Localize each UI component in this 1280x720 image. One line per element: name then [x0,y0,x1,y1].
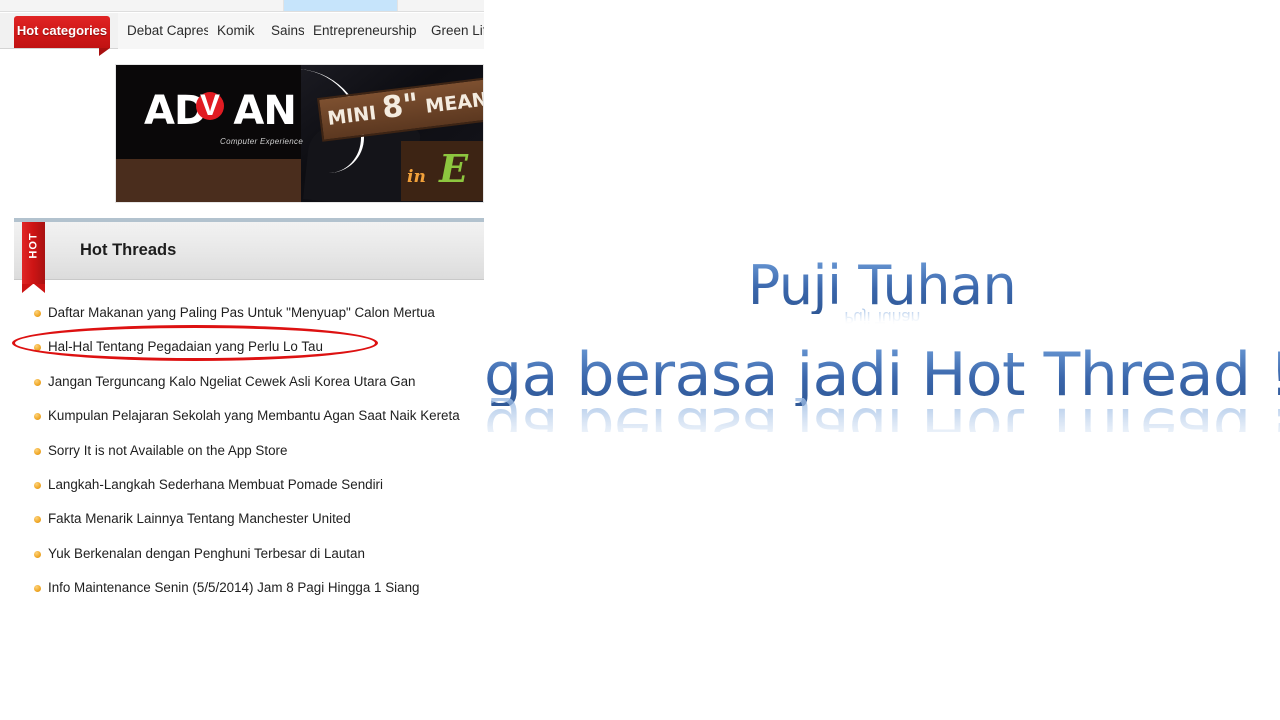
wordart-line-2: ga berasa jadi Hot Thread ! [484,344,1280,406]
list-item[interactable]: Jangan Terguncang Kalo Ngeliat Cewek Asl… [14,365,484,399]
banner-product-photo: MINI 8" MEANS in E [301,65,484,202]
banner-headline-post: MEANS [424,86,484,118]
thread-title: Info Maintenance Senin (5/5/2014) Jam 8 … [48,580,420,596]
list-item[interactable]: Sorry It is not Available on the App Sto… [14,434,484,468]
bullet-icon [34,516,41,524]
thread-title: Sorry It is not Available on the App Sto… [48,442,288,458]
thread-title: Yuk Berkenalan dengan Penghuni Terbesar … [48,545,365,561]
wordart-line-1-reflection-text: Puji Tuhan [843,308,921,327]
thread-title: Hal-Hal Tentang Pegadaian yang Perlu Lo … [48,339,323,355]
selected-browser-tab-highlight[interactable] [283,0,398,11]
thread-title: Daftar Makanan yang Paling Pas Untuk "Me… [48,305,435,320]
embedded-screenshot: Hot categories Debat Capres Komik Sains … [0,0,484,610]
banner-headline-pre: MINI [326,101,385,130]
thread-title: Kumpulan Pelajaran Sekolah yang Membantu… [48,408,460,424]
wordart-line-2-text: ga berasa jadi Hot Thread ! [484,344,1280,406]
hot-ribbon-label: HOT [27,232,40,259]
tab-debat-capres[interactable]: Debat Capres [118,13,221,49]
tab-green-life[interactable]: Green Life [422,13,484,49]
hot-threads-list: Daftar Makanan yang Paling Pas Untuk "Me… [14,296,484,606]
wordart-caption: Puji Tuhan Puji Tuhan ga berasa jadi Hot… [484,258,1280,458]
advan-tagline: Computer Experience [220,137,304,146]
bullet-icon [34,378,41,386]
bullet-icon [34,585,41,593]
browser-top-strip [0,0,484,12]
list-item[interactable]: Fakta Menarik Lainnya Tentang Manchester… [14,502,484,536]
list-item[interactable]: Langkah-Langkah Sederhana Membuat Pomade… [14,468,484,502]
thread-title: Langkah-Langkah Sederhana Membuat Pomade… [48,476,383,492]
category-tab-bar: Hot categories Debat Capres Komik Sains … [0,13,484,56]
wordart-line-1-text: Puji Tuhan [747,254,1017,317]
hot-ribbon: HOT [22,222,45,284]
bullet-icon [34,447,41,455]
bullet-icon [34,550,41,558]
hot-threads-header-panel: Hot Threads [14,218,484,280]
tab-entrepreneurship[interactable]: Entrepreneurship [304,13,427,49]
list-item[interactable]: Daftar Makanan yang Paling Pas Untuk "Me… [14,296,484,330]
list-item[interactable]: Info Maintenance Senin (5/5/2014) Jam 8 … [14,571,484,605]
hot-threads-title: Hot Threads [80,241,177,259]
banner-headline: MINI 8" MEANS [316,76,484,142]
list-item[interactable]: Hal-Hal Tentang Pegadaian yang Perlu Lo … [14,330,484,364]
banner-subheadline-big: E [439,146,469,191]
banner-subheadline-small: in [407,167,426,187]
hot-ribbon-tail [22,284,45,293]
advan-logo-v-letter: V [199,89,220,122]
banner-headline-number: 8" [380,86,421,127]
advan-logo-part2: AN [233,88,296,134]
list-item[interactable]: Kumpulan Pelajaran Sekolah yang Membantu… [14,399,484,433]
banner-subheadline: in E [401,141,483,201]
wordart-line-1: Puji Tuhan [484,258,1280,314]
bullet-icon [34,413,41,421]
tab-hot-categories[interactable]: Hot categories [14,16,110,56]
bullet-icon [34,344,41,352]
thread-title: Jangan Terguncang Kalo Ngeliat Cewek Asl… [48,373,416,389]
tab-komik[interactable]: Komik [208,13,265,49]
thread-title: Fakta Menarik Lainnya Tentang Manchester… [48,511,351,527]
bullet-icon [34,481,41,489]
advan-banner-ad[interactable]: MINI 8" MEANS in E ADVAN V Computer Expe… [115,64,484,203]
bullet-icon [34,310,41,317]
wordart-line-2-reflection-text: ga berasa jadi Hot Thread ! [484,398,1280,432]
wordart-line-1-reflection: Puji Tuhan [484,308,1280,338]
wordart-line-2-reflection: ga berasa jadi Hot Thread ! [484,398,1280,432]
list-item[interactable]: Yuk Berkenalan dengan Penghuni Terbesar … [14,537,484,571]
